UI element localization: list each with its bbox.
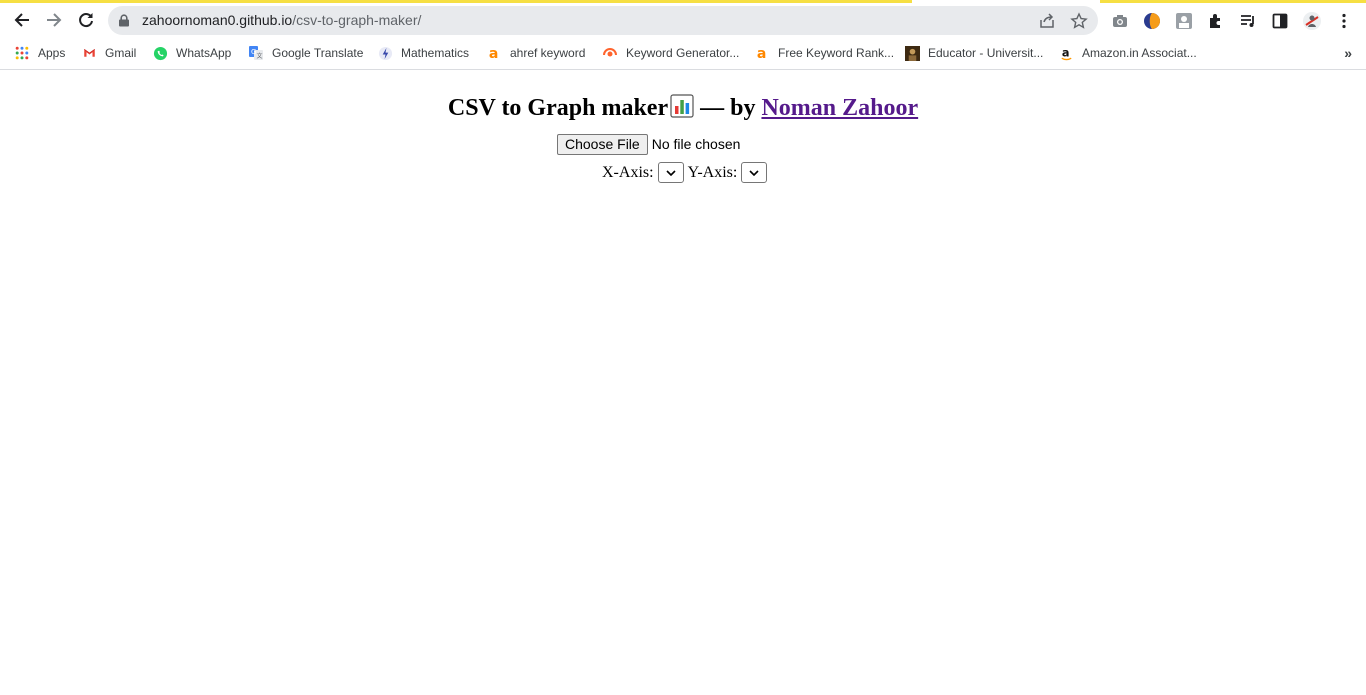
bookmark-label: Educator - Universit... xyxy=(928,46,1044,60)
bookmark-free-keyword-rank[interactable]: a Free Keyword Rank... xyxy=(754,43,894,63)
lock-icon xyxy=(119,14,129,27)
axis-selectors: X-Axis: Y-Axis: xyxy=(602,162,771,183)
file-picker: Choose File No file chosen xyxy=(557,133,740,155)
file-status-text: No file chosen xyxy=(651,136,741,152)
page-title: CSV to Graph maker — by Noman Zahoor xyxy=(0,94,1366,122)
back-arrow-icon xyxy=(14,13,29,27)
bookmark-whatsapp[interactable]: WhatsApp xyxy=(152,43,231,63)
forward-arrow-icon xyxy=(47,13,62,27)
svg-text:a: a xyxy=(756,46,765,61)
bookmark-label: Keyword Generator... xyxy=(626,46,740,60)
reload-button[interactable] xyxy=(72,6,100,34)
url-text: zahoornoman0.github.io/csv-to-graph-make… xyxy=(142,12,422,28)
ahrefs-icon: a xyxy=(486,45,502,61)
browser-toolbar: zahoornoman0.github.io/csv-to-graph-make… xyxy=(0,3,1366,37)
translate-icon: G文 xyxy=(248,45,264,61)
y-axis-select[interactable] xyxy=(741,162,768,183)
extension-orange-icon[interactable] xyxy=(1142,11,1162,31)
bookmark-apps[interactable]: Apps xyxy=(14,43,65,63)
amazon-icon: a xyxy=(1058,45,1074,61)
x-axis-label: X-Axis: xyxy=(602,163,654,181)
apps-grid-icon xyxy=(14,45,30,61)
extensions-puzzle-icon[interactable] xyxy=(1206,11,1226,31)
ahrefs-icon: a xyxy=(754,45,770,61)
gmail-icon xyxy=(81,45,97,61)
bookmark-label: Apps xyxy=(38,46,66,60)
chevron-down-icon xyxy=(749,169,759,176)
browser-menu-icon[interactable] xyxy=(1334,11,1354,31)
page-content: CSV to Graph maker — by Noman Zahoor Cho… xyxy=(0,70,1366,695)
educator-icon xyxy=(904,45,920,61)
title-text: CSV to Graph maker xyxy=(447,95,669,121)
svg-text:a: a xyxy=(1061,46,1069,59)
title-by-text: — by xyxy=(694,95,762,121)
y-axis-label: Y-Axis: xyxy=(687,163,738,181)
camera-extension-icon[interactable] xyxy=(1110,11,1130,31)
back-button[interactable] xyxy=(8,6,36,34)
bookmark-label: ahref keyword xyxy=(510,46,586,60)
chevron-down-icon xyxy=(665,169,676,176)
bookmark-amazon-associates[interactable]: a Amazon.in Associat... xyxy=(1058,43,1197,63)
bookmark-educator[interactable]: Educator - Universit... xyxy=(904,43,1043,63)
svg-text:a: a xyxy=(488,46,497,61)
bar-chart-icon xyxy=(670,94,694,118)
side-panel-icon[interactable] xyxy=(1270,11,1290,31)
svg-text:文: 文 xyxy=(257,52,263,60)
bookmark-google-translate[interactable]: G文 Google Translate xyxy=(248,43,363,63)
reload-icon xyxy=(79,13,93,28)
bookmark-gmail[interactable]: Gmail xyxy=(81,43,136,63)
share-icon[interactable] xyxy=(1038,12,1056,30)
bookmark-label: Gmail xyxy=(105,46,137,60)
media-control-icon[interactable] xyxy=(1238,11,1258,31)
address-bar[interactable]: zahoornoman0.github.io/csv-to-graph-make… xyxy=(108,6,1098,35)
profile-avatar-icon[interactable] xyxy=(1302,11,1322,31)
semrush-icon xyxy=(602,45,618,61)
bookmark-label: WhatsApp xyxy=(176,46,232,60)
bookmarks-overflow-button[interactable]: » xyxy=(1344,45,1352,61)
bookmark-label: Free Keyword Rank... xyxy=(778,46,895,60)
x-axis-select[interactable] xyxy=(657,162,684,183)
bookmark-label: Google Translate xyxy=(272,46,364,60)
bookmark-star-icon[interactable] xyxy=(1070,12,1088,30)
bookmarks-bar: Apps Gmail WhatsApp G文 Google Translate … xyxy=(0,37,1366,70)
bookmark-mathematics[interactable]: Mathematics xyxy=(377,43,469,63)
bookmark-label: Mathematics xyxy=(401,46,470,60)
author-link[interactable]: Noman Zahoor xyxy=(761,95,918,121)
choose-file-button[interactable]: Choose File xyxy=(557,133,648,155)
bookmark-keyword-generator[interactable]: Keyword Generator... xyxy=(602,43,739,63)
extension-image-icon[interactable] xyxy=(1174,11,1194,31)
forward-button[interactable] xyxy=(40,6,68,34)
bolt-icon xyxy=(377,45,393,61)
bookmark-ahref-keyword[interactable]: a ahref keyword xyxy=(486,43,585,63)
bookmark-label: Amazon.in Associat... xyxy=(1082,46,1197,60)
whatsapp-icon xyxy=(152,45,168,61)
